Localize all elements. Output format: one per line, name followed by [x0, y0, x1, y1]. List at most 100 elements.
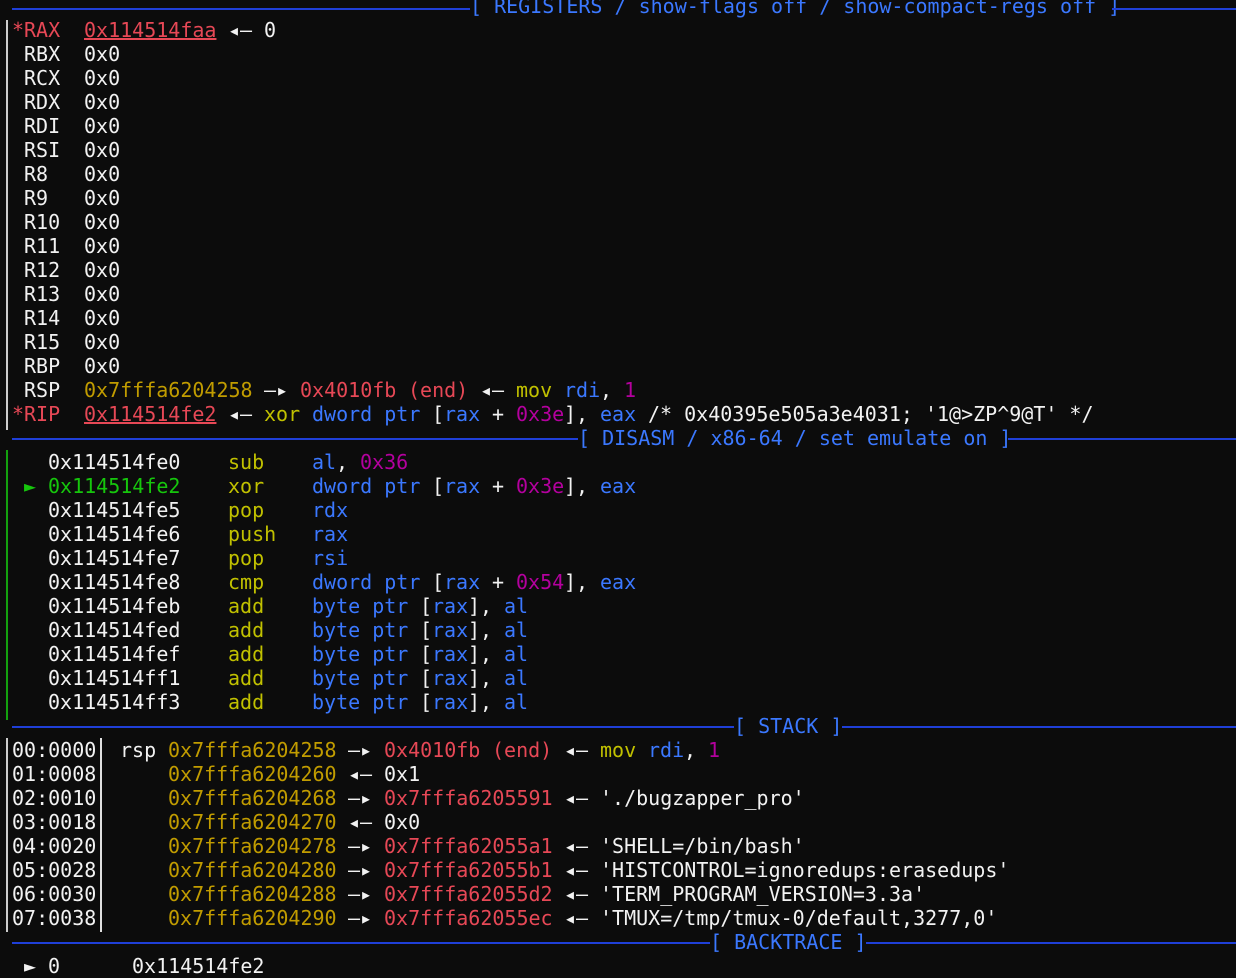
instruction-operand-3: ], [468, 618, 505, 642]
instruction-address[interactable]: 0x114514fe7 [48, 546, 180, 570]
stack-address[interactable]: 0x7fffa6204270 [168, 810, 337, 834]
instruction-operand-6: eax [600, 474, 637, 498]
stack-deref-1 [636, 738, 648, 762]
register-name: RCX [24, 66, 61, 90]
instruction-address[interactable]: 0x114514fed [48, 618, 180, 642]
stack-deref-4: 1 [708, 738, 721, 762]
deref-arrow: ◂— [228, 402, 253, 426]
stack-address[interactable]: 0x7fffa6204278 [168, 834, 337, 858]
disasm-line[interactable]: 0x114514fe5 pop rdx [0, 498, 1236, 522]
instruction-operand-4: al [504, 618, 529, 642]
register-value: 0x0 [84, 138, 121, 162]
pointer-target[interactable]: 0x4010fb [300, 378, 396, 402]
stack-deref-2: rdi [648, 738, 685, 762]
instruction-address[interactable]: 0x114514fe5 [48, 498, 180, 522]
disasm-line[interactable]: 0x114514fe6 push rax [0, 522, 1236, 546]
stack-address[interactable]: 0x7fffa6204288 [168, 882, 337, 906]
disasm-line[interactable]: 0x114514ff3 add byte ptr [rax], al [0, 690, 1236, 714]
stack-target[interactable]: 0x7fffa62055a1 [384, 834, 553, 858]
stack-target[interactable]: 0x4010fb [384, 738, 480, 762]
stack-arrow: ◂— [348, 810, 373, 834]
instruction-operand-2: rax [432, 666, 469, 690]
stack-entry[interactable]: 05:0028 0x7fffa6204280 —▸ 0x7fffa62055b1 ◂— '… [0, 858, 1236, 882]
register-name: RBP [24, 354, 61, 378]
disasm-line[interactable]: 0x114514fef add byte ptr [rax], al [0, 642, 1236, 666]
instruction-operand-1: [ [420, 570, 445, 594]
instruction-operand-0: byte ptr [312, 690, 409, 714]
stack-entry[interactable]: 07:0038 0x7fffa6204290 —▸ 0x7fffa62055ec ◂— '… [0, 906, 1236, 930]
disasm-line[interactable]: 0x114514fe7 pop rsi [0, 546, 1236, 570]
instruction-operand-0: al [312, 450, 337, 474]
register-name: RSP [24, 378, 61, 402]
stack-arrow: —▸ [348, 738, 373, 762]
disasm-line[interactable]: 0x114514fed add byte ptr [rax], al [0, 618, 1236, 642]
stack-target[interactable]: 0x7fffa62055b1 [384, 858, 553, 882]
instruction-bracket: [ [432, 402, 445, 426]
stack-header: [ STACK ] [734, 714, 843, 738]
instruction-plus: + [492, 402, 505, 426]
register-value[interactable]: 0x114514fe2 [84, 402, 216, 426]
stack-header-line-left [12, 726, 734, 728]
disasm-line[interactable]: 0x114514fe0 sub al, 0x36 [0, 450, 1236, 474]
deref-arrow: ◂— [564, 906, 589, 930]
instruction-address[interactable]: 0x114514fef [48, 642, 180, 666]
stack-target[interactable]: 0x7fffa62055ec [384, 906, 553, 930]
stack-address[interactable]: 0x7fffa6204268 [168, 786, 337, 810]
register-name: R10 [24, 210, 61, 234]
backtrace-address[interactable]: 0x114514fe2 [132, 954, 264, 978]
stack-entry[interactable]: 04:0020 0x7fffa6204278 —▸ 0x7fffa62055a1 ◂— '… [0, 834, 1236, 858]
instruction-address[interactable]: 0x114514feb [48, 594, 180, 618]
stack-address[interactable]: 0x7fffa6204290 [168, 906, 337, 930]
backtrace-frame[interactable]: ► 0 0x114514fe2 [0, 954, 1236, 978]
stack-entry[interactable]: 06:0030 0x7fffa6204288 —▸ 0x7fffa62055d2 ◂— '… [0, 882, 1236, 906]
instruction-mnemonic: add [228, 594, 265, 618]
stack-address[interactable]: 0x7fffa6204280 [168, 858, 337, 882]
register-row-r15: R15 0x0 [0, 330, 1236, 354]
registers-header-line-right [1112, 8, 1236, 10]
stack-target: 0x1 [384, 762, 421, 786]
instruction-operand-3: ], [468, 594, 505, 618]
register-value: 0x0 [84, 234, 121, 258]
register-value[interactable]: 0x7fffa6204258 [84, 378, 253, 402]
stack-target[interactable]: 0x7fffa6205591 [384, 786, 553, 810]
instruction-operand-1: , [336, 450, 361, 474]
stack-entry[interactable]: 03:0018 0x7fffa6204270 ◂— 0x0 [0, 810, 1236, 834]
stack-entry[interactable]: 00:0000 rsp 0x7fffa6204258 —▸ 0x4010fb (end) ◂… [0, 738, 1236, 762]
instruction-operand-4: al [504, 666, 529, 690]
register-name: R15 [24, 330, 61, 354]
instruction-operand-2: rax [444, 570, 481, 594]
stack-address[interactable]: 0x7fffa6204260 [168, 762, 337, 786]
register-value: 0x0 [84, 210, 121, 234]
disasm-line[interactable]: 0x114514ff1 add byte ptr [rax], al [0, 666, 1236, 690]
register-value: 0x0 [84, 330, 121, 354]
disasm-line[interactable]: 0x114514fe8 cmp dword ptr [rax + 0x54], ea… [0, 570, 1236, 594]
instruction-address[interactable]: 0x114514fe6 [48, 522, 180, 546]
instruction-mnemonic: add [228, 642, 265, 666]
instruction-operand-3: ], [468, 690, 505, 714]
instruction-operand: rdi [564, 378, 601, 402]
register-name: RDX [24, 90, 61, 114]
instruction-address[interactable]: 0x114514fe8 [48, 570, 180, 594]
instruction-operand-6: eax [600, 570, 637, 594]
register-name: RSI [24, 138, 61, 162]
stack-address[interactable]: 0x7fffa6204258 [168, 738, 337, 762]
instruction-operand-0: dword ptr [312, 570, 421, 594]
backtrace-header: [ BACKTRACE ] [710, 930, 867, 954]
instruction-address[interactable]: 0x114514fe0 [48, 450, 180, 474]
disasm-line[interactable]: ► 0x114514fe2 xor dword ptr [rax + 0x3e], e… [0, 474, 1236, 498]
instruction-address[interactable]: 0x114514ff3 [48, 690, 180, 714]
stack-index: 00:0000 [12, 738, 97, 762]
instruction-address[interactable]: 0x114514fe2 [48, 474, 180, 498]
registers-header-line-left [12, 8, 470, 10]
disasm-line[interactable]: 0x114514feb add byte ptr [rax], al [0, 594, 1236, 618]
register-row-r14: R14 0x0 [0, 306, 1236, 330]
deref-arrow: ◂— [564, 738, 589, 762]
backtrace-header-line-right [866, 942, 1236, 944]
stack-entry[interactable]: 01:0008 0x7fffa6204260 ◂— 0x1 [0, 762, 1236, 786]
instruction-operand-3: + [480, 474, 517, 498]
stack-target[interactable]: 0x7fffa62055d2 [384, 882, 553, 906]
stack-entry[interactable]: 02:0010 0x7fffa6204268 —▸ 0x7fffa6205591 ◂— '… [0, 786, 1236, 810]
register-value[interactable]: 0x114514faa [84, 18, 216, 42]
deref-arrow: ◂— [228, 18, 253, 42]
instruction-address[interactable]: 0x114514ff1 [48, 666, 180, 690]
